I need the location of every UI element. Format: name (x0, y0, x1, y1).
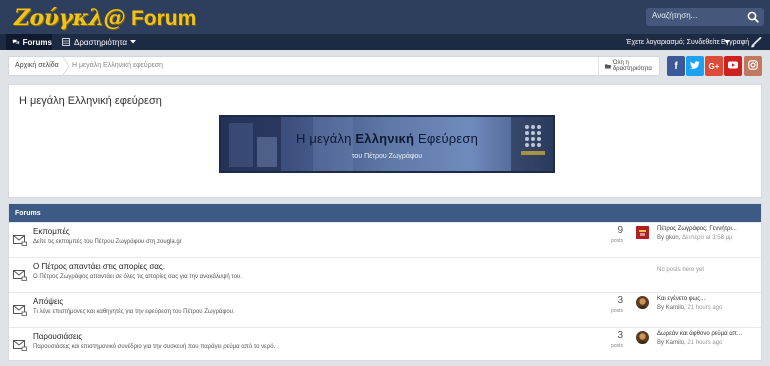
last-post-time: 21 hours ago (687, 340, 723, 346)
forum-title[interactable]: Παρουσιάσεις (33, 332, 82, 341)
post-count-label: posts (611, 238, 623, 244)
nav-activity-label: Δραστηριότητα (74, 37, 128, 47)
logo-forum-text: Forum (130, 7, 197, 30)
last-post-time: 21 hours ago (687, 305, 723, 311)
last-post-author[interactable]: By Kamilo, (657, 305, 686, 311)
breadcrumb-home[interactable]: Αρχική σελίδα (15, 62, 59, 69)
breadcrumb: Αρχική σελίδα Η μεγάλη Ελληνική εφεύρεση… (8, 56, 660, 76)
nav-tab-activity[interactable]: Δραστηριότητα (60, 34, 137, 50)
post-count-label: posts (611, 308, 623, 314)
chat-bubbles-icon (12, 39, 20, 45)
envelope-icon (13, 233, 27, 246)
facebook-icon: f (674, 60, 678, 72)
twitter-button[interactable] (686, 56, 704, 76)
last-post-author[interactable]: By gkon, (657, 235, 680, 241)
banner-title-bold: Ελληνική (355, 131, 415, 146)
forum-row[interactable]: Εκπομπές Δείτε τις εκπομπές του Πέτρου Ζ… (9, 222, 761, 257)
nav-bar: Forums Δραστηριότητα Έχετε λογαριασμό; Σ… (0, 34, 770, 50)
forum-description: Τι λένε επιστήμονες και καθηγητές για τη… (33, 309, 235, 315)
avatar[interactable] (636, 331, 649, 344)
forum-row[interactable]: Παρουσιάσεις Παρουσιάσεις και επιστημονι… (9, 327, 761, 362)
topic-header-panel: Η μεγάλη Ελληνική εφεύρεση Η μεγάλη Ελλη… (8, 84, 762, 198)
sign-in-label: Έχετε λογαριασμό; Συνδεθείτε (626, 38, 720, 46)
folder-icon (605, 64, 611, 69)
forums-header: Forums (9, 204, 761, 222)
logo-main-text: Ζούγκλ@ (14, 5, 125, 31)
last-post-author[interactable]: By Kamilo, (657, 340, 686, 346)
page-title: Η μεγάλη Ελληνική εφεύρεση (19, 95, 162, 107)
post-count: 3 (617, 330, 623, 341)
register-link[interactable]: Εγγραφή (721, 34, 749, 50)
forum-title[interactable]: Απόψεις (33, 297, 63, 306)
banner-subtitle: του Πέτρου Ζωγράφου (351, 153, 423, 160)
chevron-down-icon (130, 40, 137, 44)
post-count-label: posts (611, 343, 623, 349)
post-count: 3 (617, 295, 623, 306)
nav-forums-label: Forums (22, 37, 52, 47)
topic-banner-image: Η μεγάλη Ελληνική Εφεύρεση του Πέτρου Ζω… (219, 115, 555, 173)
site-logo[interactable]: Ζούγκλ@ Forum (14, 5, 196, 31)
all-activity-label: Όλη η δραστηριότητα (612, 60, 652, 72)
last-post-meta: By Kamilo, 21 hours ago (657, 305, 722, 311)
envelope-icon (13, 268, 27, 281)
search-input[interactable] (652, 11, 742, 20)
nav-tab-forums[interactable]: Forums (6, 34, 52, 50)
theme-brush-icon[interactable] (748, 36, 762, 48)
instagram-button[interactable] (744, 56, 762, 76)
breadcrumb-separator-icon (62, 56, 70, 76)
forum-title[interactable]: Ο Πέτρος απαντάει στις απορίες σας. (33, 262, 165, 271)
register-label: Εγγραφή (721, 38, 750, 46)
forums-list: Forums Εκπομπές Δείτε τις εκπομπές του Π… (8, 203, 762, 361)
youtube-icon (728, 61, 738, 72)
forum-row[interactable]: Απόψεις Τι λένε επιστήμονες και καθηγητέ… (9, 292, 761, 327)
last-post-meta: By Kamilo, 21 hours ago (657, 340, 722, 346)
last-post-title[interactable]: Δωρεάν και άφθονο ρεύμα απ... (657, 331, 742, 337)
last-post-meta: By gkon, Δευτέρα at 3:58 μμ (657, 235, 733, 241)
search-box (646, 8, 764, 26)
youtube-button[interactable] (724, 56, 742, 76)
site-header: Ζούγκλ@ Forum (0, 0, 770, 34)
last-post-title[interactable]: Και εγένετο φως... (657, 296, 705, 302)
banner-title-post: Εφεύρεση (414, 131, 479, 146)
search-icon[interactable] (746, 10, 760, 24)
all-activity-link[interactable]: Όλη η δραστηριότητα (598, 57, 660, 75)
facebook-button[interactable]: f (667, 56, 685, 76)
envelope-icon (13, 303, 27, 316)
forum-row[interactable]: Ο Πέτρος απαντάει στις απορίες σας. Ο Πέ… (9, 257, 761, 292)
last-post-time: Δευτέρα at 3:58 μμ (682, 235, 733, 241)
activity-grid-icon (62, 38, 70, 46)
forum-description: Ο Πέτρος Ζωγράφος απαντάει σε όλες τις α… (33, 274, 242, 280)
avatar[interactable] (636, 296, 649, 309)
instagram-icon (748, 59, 758, 73)
no-posts-label: No posts here yet (657, 267, 705, 273)
breadcrumb-current: Η μεγάλη Ελληνική εφεύρεση (72, 62, 163, 69)
envelope-icon (13, 338, 27, 351)
google-plus-button[interactable]: G+ (705, 56, 723, 76)
post-count: 9 (617, 225, 623, 236)
forum-description: Παρουσιάσεις και επιστημονικό συνέδριο γ… (33, 344, 276, 350)
forum-description: Δείτε τις εκπομπές του Πέτρου Ζωγράφου σ… (33, 239, 182, 245)
banner-title: Η μεγάλη Ελληνική Εφεύρεση (221, 131, 553, 146)
banner-title-pre: Η μεγάλη (295, 131, 356, 146)
twitter-icon (690, 60, 700, 72)
forum-title[interactable]: Εκπομπές (33, 227, 70, 236)
google-plus-icon: G+ (708, 61, 720, 71)
sign-in-link[interactable]: Έχετε λογαριασμό; Συνδεθείτε (626, 34, 730, 50)
last-post-title[interactable]: Πέτρος Ζωγράφος: Γεννήτρι... (657, 226, 737, 232)
avatar[interactable] (636, 226, 649, 239)
